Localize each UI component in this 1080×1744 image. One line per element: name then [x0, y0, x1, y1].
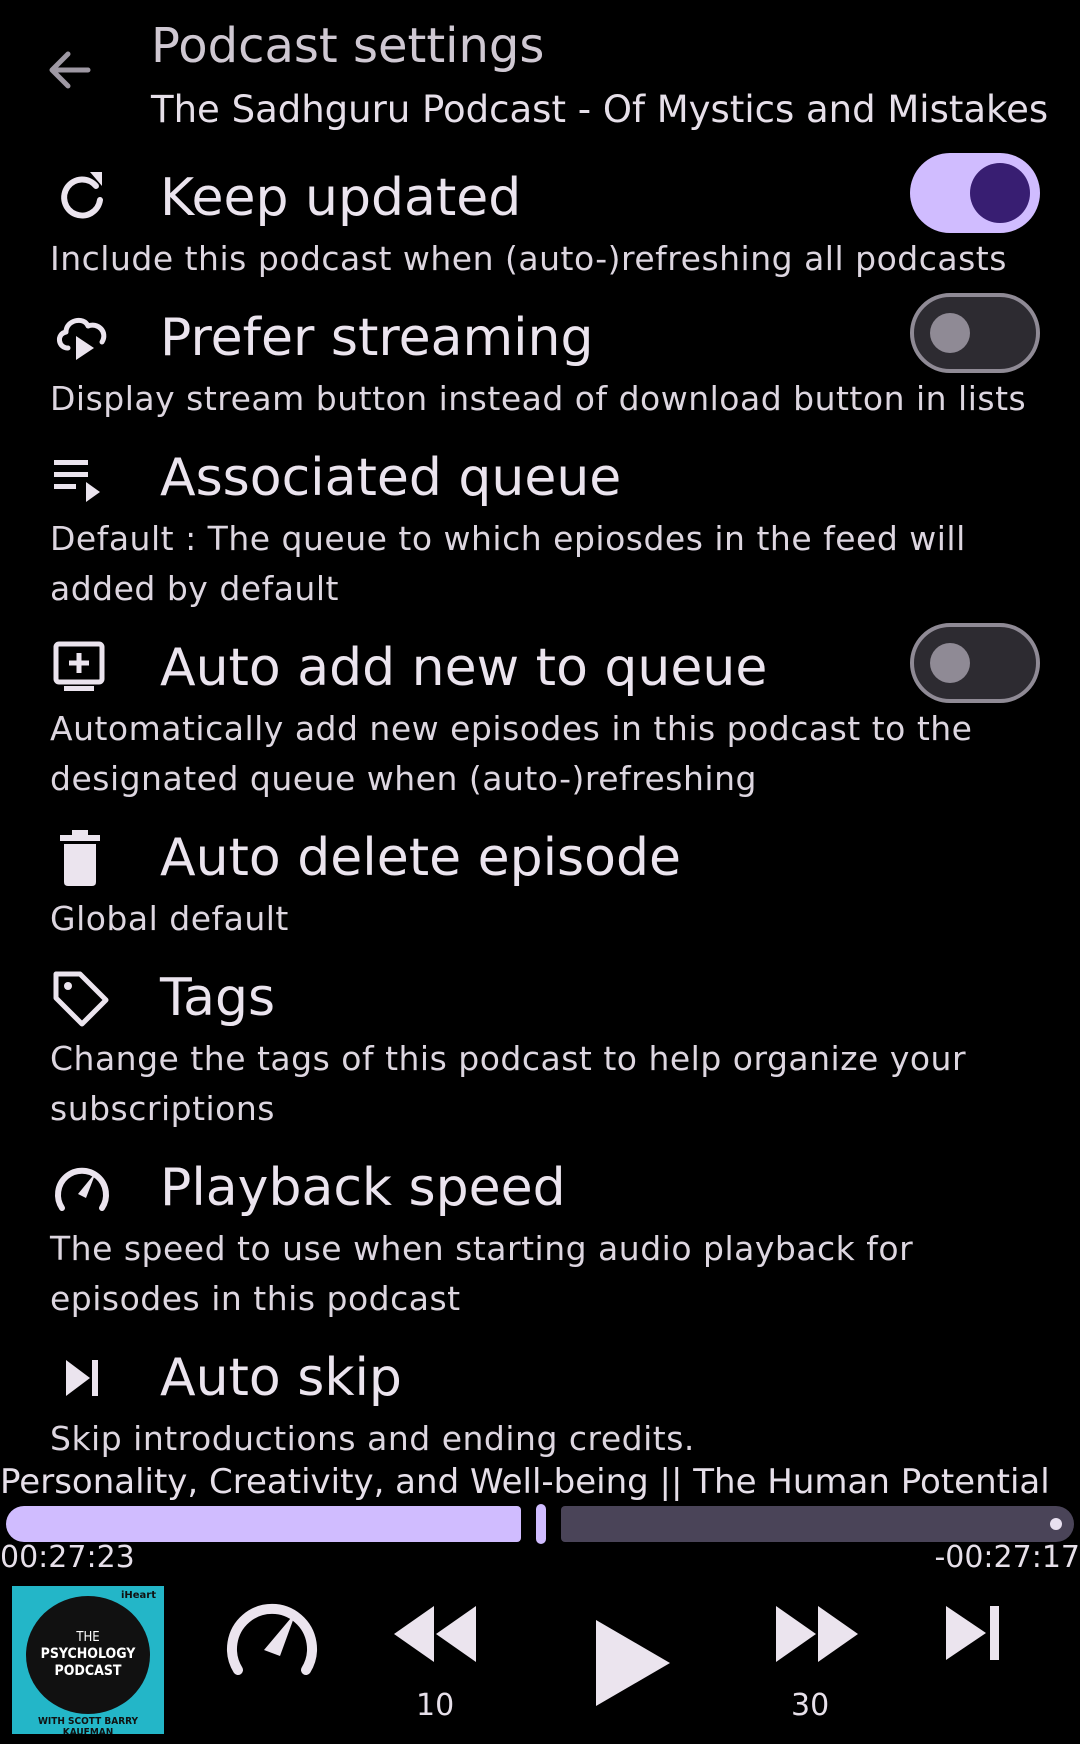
prefer-streaming-toggle[interactable] — [910, 293, 1040, 373]
queue-play-icon — [54, 460, 100, 502]
progress-remaining[interactable] — [561, 1506, 1074, 1542]
page-subtitle: The Sadhguru Podcast - Of Mystics and Mi… — [151, 88, 1049, 131]
setting-playback-speed[interactable]: Playback speed The speed to use when sta… — [0, 1140, 1080, 1320]
back-arrow-icon[interactable] — [40, 42, 100, 98]
setting-tags[interactable]: Tags Change the tags of this podcast to … — [0, 950, 1080, 1130]
progress-end-dot — [1050, 1518, 1062, 1530]
refresh-icon — [61, 172, 103, 219]
playback-speed-icon[interactable] — [222, 1592, 322, 1682]
rewind-icon[interactable] — [390, 1604, 480, 1664]
setting-title: Tags — [160, 968, 276, 1028]
top-app-bar: Podcast settings The Sadhguru Podcast - … — [0, 0, 1080, 150]
setting-description: Include this podcast when (auto-)refresh… — [50, 239, 1007, 278]
toggle-knob — [930, 643, 970, 683]
setting-keep-updated[interactable]: Keep updated Include this podcast when (… — [0, 150, 1080, 280]
setting-auto-add-to-queue[interactable]: Auto add new to queue Automatically add … — [0, 620, 1080, 800]
trash-icon — [60, 830, 100, 886]
now-playing-title: Personality, Creativity, and Well-being … — [0, 1462, 1050, 1502]
page-title: Podcast settings — [151, 18, 545, 74]
setting-title: Keep updated — [160, 168, 522, 228]
setting-title: Prefer streaming — [160, 308, 594, 368]
cover-badge: iHeart — [120, 1590, 156, 1601]
podcast-cover[interactable]: iHeart THE PSYCHOLOGY PODCAST WITH SCOTT… — [12, 1586, 164, 1734]
setting-prefer-streaming[interactable]: Prefer streaming Display stream button i… — [0, 290, 1080, 420]
setting-description: Global default — [50, 899, 289, 938]
cover-text: PSYCHOLOGY — [40, 1646, 136, 1662]
progress-thumb[interactable] — [536, 1504, 546, 1544]
setting-description: Display stream button instead of downloa… — [50, 379, 1027, 418]
setting-auto-delete-episode[interactable]: Auto delete episode Global default — [0, 810, 1080, 940]
setting-title: Auto add new to queue — [160, 638, 768, 698]
cover-text: WITH SCOTT BARRY KAUFMAN — [37, 1716, 139, 1734]
setting-title: Playback speed — [160, 1158, 566, 1218]
cover-text: PODCAST — [54, 1663, 122, 1679]
setting-description: The speed to use when starting audio pla… — [50, 1229, 914, 1318]
add-to-queue-icon — [53, 641, 105, 691]
setting-description: Default : The queue to which epiosdes in… — [50, 519, 966, 608]
forward-seconds: 30 — [791, 1688, 830, 1723]
setting-title: Associated queue — [160, 448, 622, 508]
cloud-stream-icon — [57, 317, 107, 360]
progress-played[interactable] — [6, 1506, 521, 1542]
setting-title: Auto delete episode — [160, 828, 681, 888]
skip-to-next-icon[interactable] — [944, 1604, 1004, 1662]
fast-forward-icon[interactable] — [772, 1604, 862, 1664]
setting-description: Change the tags of this podcast to help … — [50, 1039, 967, 1128]
setting-description: Automatically add new episodes in this p… — [50, 709, 973, 798]
rewind-seconds: 10 — [416, 1688, 455, 1723]
setting-description: Skip introductions and ending credits. — [50, 1419, 695, 1458]
auto-add-queue-toggle[interactable] — [910, 623, 1040, 703]
play-icon[interactable] — [592, 1618, 674, 1708]
tag-icon — [53, 971, 109, 1027]
cover-text: THE — [76, 1630, 100, 1645]
keep-updated-toggle[interactable] — [910, 153, 1040, 233]
speedometer-icon — [55, 1167, 109, 1211]
toggle-knob — [930, 313, 970, 353]
remaining-time: -00:27:17 — [934, 1540, 1080, 1575]
setting-associated-queue[interactable]: Associated queue Default : The queue to … — [0, 430, 1080, 610]
toggle-knob — [970, 163, 1030, 223]
setting-auto-skip[interactable]: Auto skip Skip introductions and ending … — [0, 1330, 1080, 1460]
setting-title: Auto skip — [160, 1348, 402, 1408]
elapsed-time: 00:27:23 — [0, 1540, 135, 1575]
skip-next-icon — [66, 1360, 98, 1396]
